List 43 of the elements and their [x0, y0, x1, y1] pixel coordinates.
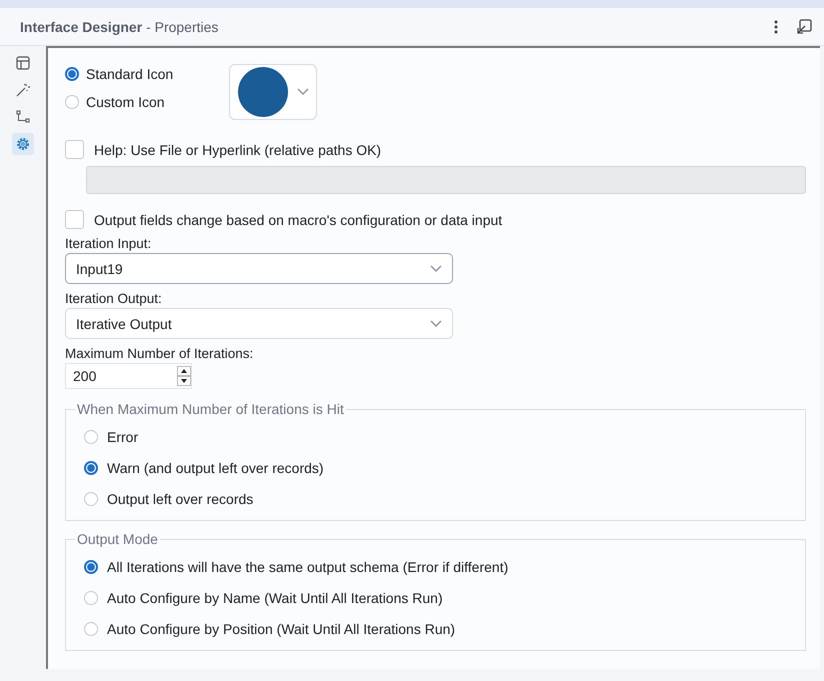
help-path-field[interactable] — [86, 166, 806, 194]
panel-title: Interface Designer — [20, 18, 142, 34]
chevron-down-icon — [430, 320, 442, 328]
group-title: Output Mode — [76, 531, 159, 547]
radio-label: Standard Icon — [86, 66, 174, 82]
tree-icon — [16, 110, 30, 124]
radio-label: Auto Configure by Name (Wait Until All Iterations Run) — [107, 590, 443, 606]
radio-button[interactable] — [84, 492, 98, 506]
layout-icon — [16, 56, 30, 70]
spin-down-icon[interactable] — [177, 376, 191, 386]
spin-up-icon[interactable] — [177, 366, 191, 376]
radio-label: All Iterations will have the same output schema (Error if different) — [107, 558, 508, 574]
field-label: Iteration Input: — [65, 236, 152, 251]
checkbox-label: Output fields change based on macro's configuration or data input — [94, 212, 502, 228]
undock-icon[interactable] — [796, 18, 812, 34]
radio-label: Error — [107, 428, 138, 444]
radio-label: Custom Icon — [86, 94, 165, 110]
radio-label: Output left over records — [107, 490, 254, 506]
iteration-output-dropdown[interactable]: Iterative Output — [65, 308, 453, 339]
checkbox-label: Help: Use File or Hyperlink (relative paths OK) — [94, 142, 382, 158]
chevron-down-icon — [297, 88, 310, 96]
checkbox[interactable] — [65, 140, 84, 159]
radio-button[interactable] — [84, 622, 98, 636]
group-title: When Maximum Number of Iterations is Hit — [76, 401, 345, 417]
radio-button[interactable] — [84, 430, 98, 444]
radio-button[interactable] — [84, 590, 98, 604]
field-label: Iteration Output: — [65, 291, 163, 306]
settings-icon — [16, 137, 30, 151]
icon-picker-dropdown[interactable] — [229, 64, 318, 120]
magic-wand-icon — [16, 83, 30, 97]
panel-subtitle: - Properties — [146, 18, 218, 34]
iteration-input-dropdown[interactable]: Input19 — [65, 253, 453, 284]
sidebar-tab[interactable] — [12, 133, 34, 155]
radio-label: Auto Configure by Position (Wait Until All Iterations Run) — [107, 620, 456, 636]
radio-button[interactable] — [65, 95, 79, 109]
chevron-down-icon — [430, 264, 442, 272]
radio-button[interactable] — [65, 67, 79, 81]
radio-button[interactable] — [84, 460, 98, 474]
checkbox[interactable] — [65, 210, 84, 229]
radio-label: Warn (and output left over records) — [107, 460, 324, 476]
more-options-icon[interactable] — [774, 20, 778, 34]
field-label: Maximum Number of Iterations: — [65, 346, 254, 361]
radio-button[interactable] — [84, 560, 98, 574]
